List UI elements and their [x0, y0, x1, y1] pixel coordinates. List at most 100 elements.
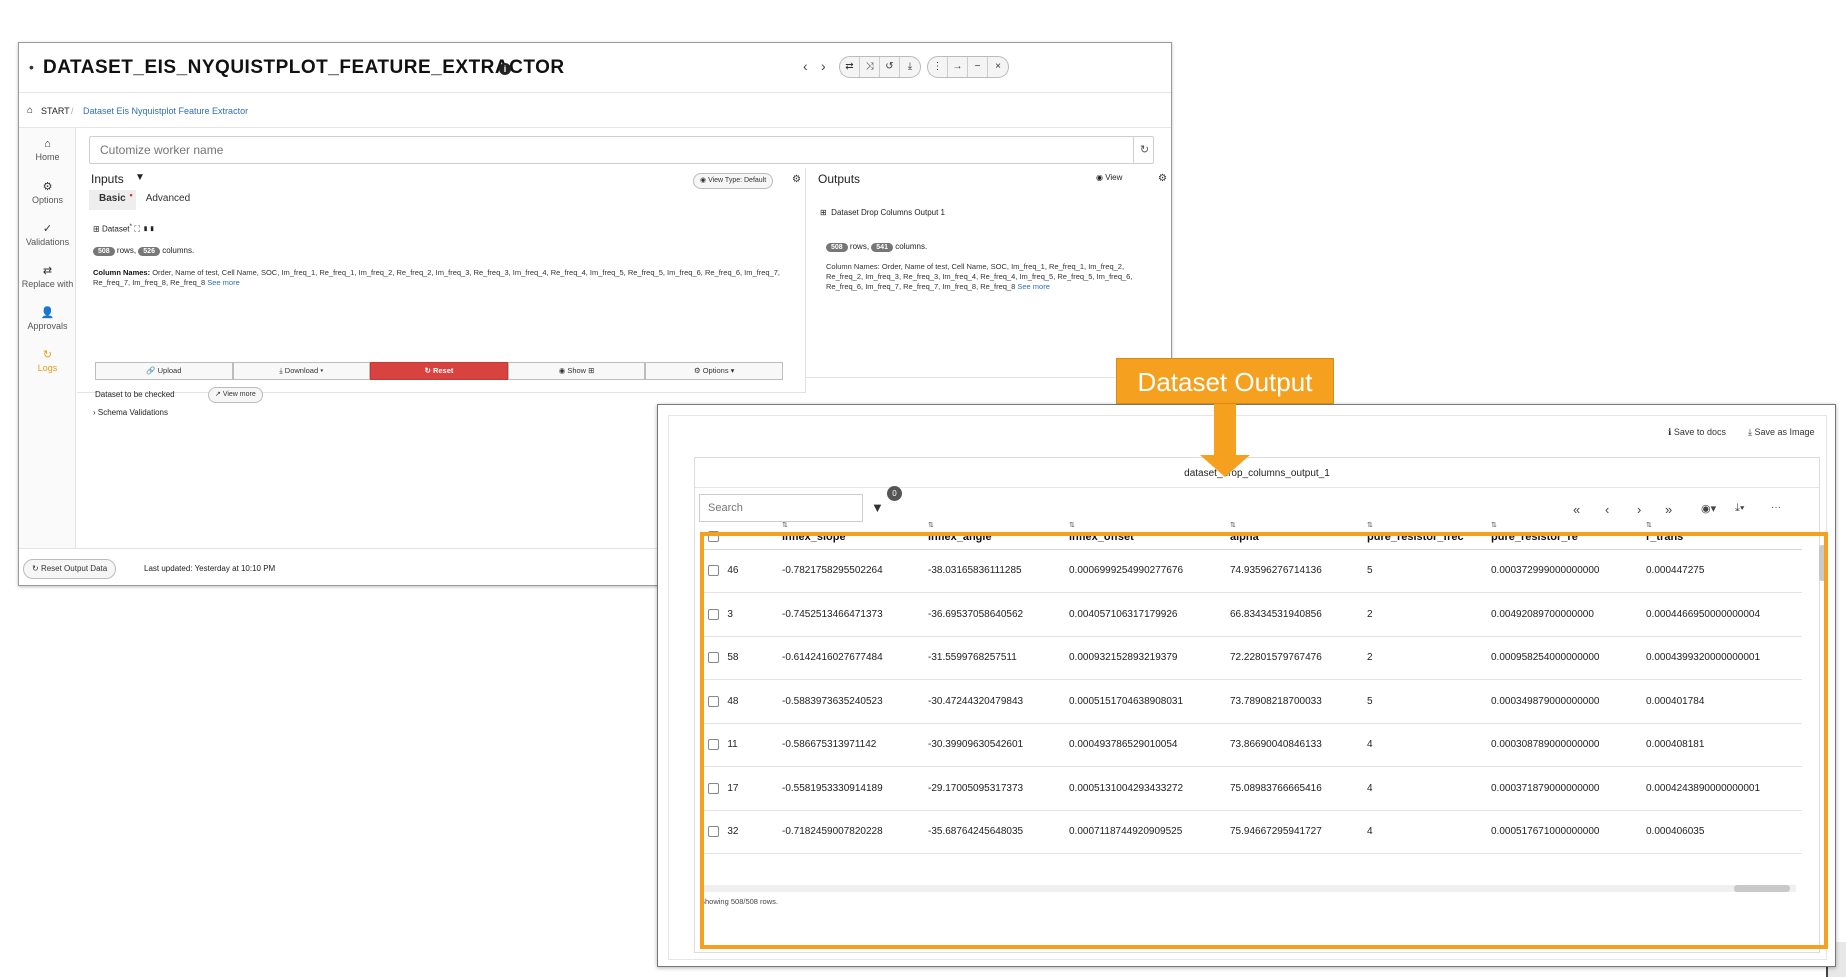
sidebar-item-options[interactable]: ⚙ Options: [19, 180, 76, 205]
select-all-checkbox[interactable]: [708, 531, 719, 543]
nav-forward-button[interactable]: ›: [821, 58, 826, 74]
sidebar-item-approvals[interactable]: 👤 Approvals: [19, 306, 76, 331]
horizontal-scroll-thumb[interactable]: [1734, 885, 1790, 892]
vertical-scroll-thumb[interactable]: [1819, 545, 1826, 581]
table-cell: 0.000932152893219379: [1063, 636, 1224, 680]
options-label: Options ▾: [702, 366, 735, 375]
options-button[interactable]: ⚙ Options ▾: [645, 362, 783, 380]
column-header[interactable]: ⇅ pure_resistor_frec: [1361, 505, 1485, 550]
sidebar: ⌂ Home ⚙ Options ✓ Validations ⇄ Replace…: [19, 128, 76, 548]
table-cell: 73.78908218700033: [1224, 679, 1361, 724]
column-header[interactable]: ⇅ inflex_offset: [1063, 505, 1224, 550]
gear-icon[interactable]: ⚙: [1158, 173, 1167, 184]
row-checkbox[interactable]: [708, 695, 719, 707]
see-more-link[interactable]: See more: [207, 278, 240, 287]
view-more-button[interactable]: ↗ View more: [208, 387, 263, 403]
filter-icon[interactable]: ▼: [135, 172, 145, 183]
dataset-shape: 508 rows, 526 columns.: [93, 246, 194, 256]
table-icon: ⊞: [93, 224, 102, 234]
sort-icon[interactable]: ⇅: [1646, 521, 1802, 529]
table-cell: -31.5599768257511: [922, 636, 1063, 680]
eye-icon: ◉: [700, 177, 709, 184]
row-select-cell: 17: [702, 766, 776, 811]
sort-icon[interactable]: ⇅: [1367, 521, 1485, 529]
upload-label: Upload: [157, 366, 182, 375]
sidebar-item-logs[interactable]: ↻ Logs: [19, 348, 76, 373]
horizontal-scrollbar[interactable]: [702, 885, 1796, 892]
save-as-image-button[interactable]: ⤓ Save as Image: [1748, 427, 1815, 438]
breadcrumb-start[interactable]: START: [41, 106, 70, 116]
column-header[interactable]: ⇅ pure_resistor_re: [1485, 505, 1640, 550]
save-to-docs-button[interactable]: ℹ Save to docs: [1668, 427, 1726, 438]
upload-button[interactable]: 🔗 Upload: [95, 362, 233, 380]
nav-back-button[interactable]: ‹: [803, 58, 808, 74]
sidebar-item-home[interactable]: ⌂ Home: [19, 138, 76, 162]
view-button[interactable]: ◉ View: [1096, 173, 1122, 182]
table-cell: 72.22801579767476: [1224, 636, 1361, 680]
download-icon[interactable]: ⤓: [900, 57, 920, 77]
stage: • DATASET_EIS_NYQUISTPLOT_FEATURE_EXTRAC…: [0, 0, 1846, 977]
sort-icon[interactable]: ⇅: [1230, 521, 1361, 529]
tab-advanced[interactable]: Advanced: [136, 190, 200, 210]
view-more-label: View more: [222, 391, 256, 398]
column-header[interactable]: ⇅ alpha: [1224, 505, 1361, 550]
sidebar-item-replace[interactable]: ⇄ Replace with: [19, 264, 76, 289]
column-header-label: pure_resistor_frec: [1367, 530, 1464, 543]
gear-icon: ⚙: [42, 181, 53, 193]
row-checkbox[interactable]: [708, 739, 719, 751]
reset-output-button[interactable]: ↻ Reset Output Data: [23, 559, 117, 579]
undo-icon[interactable]: ↺: [880, 57, 900, 77]
worker-name-input[interactable]: [89, 136, 1154, 164]
home-icon[interactable]: ⌂: [27, 105, 33, 116]
arrow-right-icon[interactable]: →: [948, 57, 968, 77]
show-button[interactable]: ◉ Show ⊞: [507, 362, 646, 380]
reset-button[interactable]: ↻ Reset: [370, 362, 508, 380]
info-icon[interactable]: i: [499, 63, 511, 75]
see-more-link[interactable]: See more: [1017, 282, 1050, 291]
table-cell: 0.000371879000000000: [1485, 766, 1640, 811]
chart-icon[interactable]: ▮▮: [142, 225, 155, 234]
column-header[interactable]: ⇅ r_trans: [1640, 505, 1802, 550]
download-button[interactable]: ⤓ Download ▾: [232, 362, 371, 380]
refresh-icon[interactable]: ↻: [1133, 136, 1155, 164]
breadcrumb-current[interactable]: Dataset Eis Nyquistplot Feature Extracto…: [83, 106, 248, 116]
validations-icon: ✓: [42, 223, 53, 235]
column-header[interactable]: ⇅ inflex_angle: [922, 505, 1063, 550]
swap-icon[interactable]: ⇄: [840, 57, 860, 77]
more-vertical-icon[interactable]: ⋮: [928, 57, 948, 77]
sidebar-item-label: Logs: [37, 363, 58, 373]
table-cell: 0.000517671000000000: [1485, 810, 1640, 854]
minimize-icon[interactable]: −: [968, 57, 988, 77]
tab-basic[interactable]: Basic •: [89, 190, 136, 210]
table-row: 46 -0.7821758295502264 -38.0316583611128…: [702, 549, 1802, 593]
column-header[interactable]: ⇅ inflex_slope: [776, 505, 922, 550]
expand-icon[interactable]: ⛶: [134, 225, 142, 234]
close-icon[interactable]: ×: [988, 57, 1008, 77]
row-id: 11: [727, 739, 738, 751]
table-cell: 0.0004466950000000004: [1640, 592, 1802, 637]
table-cell: 4: [1361, 766, 1485, 811]
table-cell: 0.000308789000000000: [1485, 723, 1640, 767]
table-cell: -30.47244320479843: [922, 679, 1063, 724]
sort-icon[interactable]: ⇅: [1491, 521, 1640, 529]
table-cell: 2: [1361, 636, 1485, 680]
shuffle-icon[interactable]: ⤨: [860, 57, 880, 77]
sort-icon[interactable]: ⇅: [928, 521, 1063, 529]
row-checkbox[interactable]: [708, 652, 719, 664]
row-checkbox[interactable]: [708, 565, 719, 577]
row-checkbox[interactable]: [708, 782, 719, 794]
row-checkbox[interactable]: [708, 608, 719, 620]
row-checkbox[interactable]: [708, 826, 719, 838]
save-image-label: Save as Image: [1754, 427, 1815, 437]
row-select-cell: 32: [702, 810, 776, 854]
sidebar-item-label: Replace with: [21, 279, 74, 289]
filter-count-badge: 0: [887, 486, 902, 501]
sort-icon[interactable]: ⇅: [1069, 521, 1224, 529]
sidebar-item-validations[interactable]: ✓ Validations: [19, 222, 76, 247]
row-id: 32: [727, 826, 739, 838]
schema-validations-toggle[interactable]: › Schema Validations: [93, 408, 168, 417]
view-type-button[interactable]: ◉ View Type: Default: [693, 173, 774, 189]
output-item[interactable]: ⊞ Dataset Drop Columns Output 1: [820, 208, 945, 217]
sort-icon[interactable]: ⇅: [782, 521, 922, 529]
gear-icon[interactable]: ⚙: [792, 174, 801, 185]
